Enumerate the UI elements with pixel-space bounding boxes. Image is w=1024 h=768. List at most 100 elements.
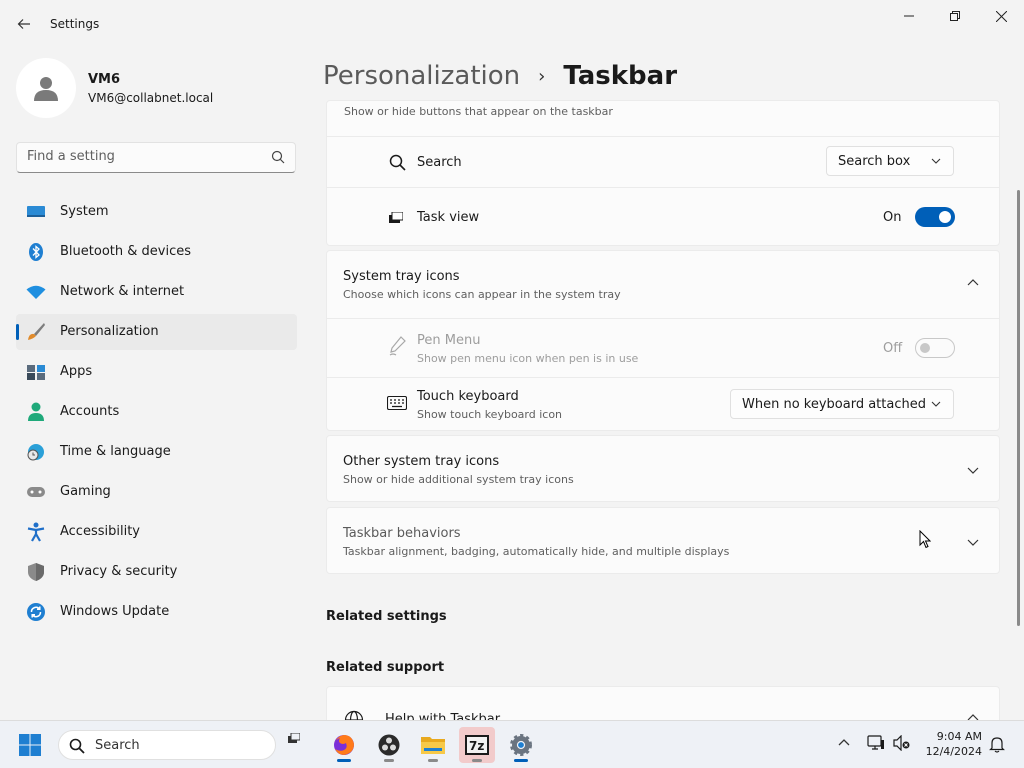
- svg-text:7z: 7z: [469, 739, 484, 753]
- back-button[interactable]: [10, 10, 38, 38]
- 7zip-app[interactable]: 7z: [459, 727, 495, 763]
- os-taskbar: Search 7z 9:04 AM 12/4/2024: [0, 720, 1024, 768]
- file-explorer-app[interactable]: [415, 727, 451, 763]
- sidebar-item-gaming[interactable]: Gaming: [16, 474, 297, 510]
- chevron-down-icon: [931, 158, 941, 164]
- person-silhouette-icon: [34, 77, 58, 101]
- sidebar-item-bluetooth[interactable]: Bluetooth & devices: [16, 234, 297, 270]
- title-bar: Settings: [0, 0, 1024, 48]
- sidebar-nav: System Bluetooth & devices Network & int…: [16, 194, 297, 634]
- task-view-icon: [389, 212, 403, 223]
- accessibility-icon: [26, 522, 46, 542]
- pen-menu-state: Off: [883, 341, 903, 356]
- chevron-down-icon[interactable]: [967, 464, 983, 480]
- search-input[interactable]: [27, 149, 257, 164]
- avatar: [16, 58, 76, 118]
- pen-icon: [389, 336, 406, 356]
- task-view-toggle[interactable]: [915, 207, 955, 227]
- brush-icon: [26, 323, 46, 341]
- user-profile[interactable]: VM6 VM6@collabnet.local: [16, 58, 296, 118]
- divider: [327, 377, 999, 378]
- update-icon: [26, 603, 46, 621]
- sidebar-item-accounts[interactable]: Accounts: [16, 394, 297, 430]
- maximize-button[interactable]: [932, 0, 978, 32]
- wifi-icon: [26, 283, 46, 301]
- user-email: VM6@collabnet.local: [88, 91, 214, 105]
- speaker-muted-icon[interactable]: [893, 735, 911, 751]
- system-tray-title: System tray icons: [343, 269, 460, 284]
- system-icon: [26, 203, 46, 221]
- taskbar-items-card: Show or hide buttons that appear on the …: [326, 100, 1000, 246]
- chevron-down-icon[interactable]: [967, 536, 983, 552]
- clock-globe-icon: [26, 443, 46, 461]
- touch-keyboard-label: Touch keyboard: [417, 389, 519, 404]
- running-indicator: [514, 759, 528, 762]
- taskbar-search[interactable]: Search: [58, 730, 276, 760]
- bluetooth-icon: [26, 243, 46, 261]
- sidebar-item-network[interactable]: Network & internet: [16, 274, 297, 310]
- sidebar-item-apps[interactable]: Apps: [16, 354, 297, 390]
- system-tray-subtitle: Choose which icons can appear in the sys…: [343, 288, 621, 301]
- taskbar-clock[interactable]: 9:04 AM 12/4/2024: [922, 729, 982, 759]
- obs-icon: [378, 734, 400, 756]
- sidebar-item-personalization[interactable]: Personalization: [16, 314, 297, 350]
- globe-icon: [344, 710, 364, 720]
- close-icon: [995, 10, 1007, 22]
- taskbar-behaviors-card[interactable]: Taskbar behaviors Taskbar alignment, bad…: [326, 507, 1000, 574]
- divider: [327, 136, 999, 137]
- arrow-left-icon: [17, 19, 30, 29]
- breadcrumb-parent[interactable]: Personalization: [323, 61, 520, 91]
- running-indicator: [384, 759, 394, 762]
- running-indicator: [428, 759, 438, 762]
- obs-app[interactable]: [371, 727, 407, 763]
- minimize-icon: [904, 15, 914, 17]
- related-settings-heading: Related settings: [326, 609, 447, 624]
- bell-icon[interactable]: [989, 736, 1005, 753]
- breadcrumb-separator: ›: [538, 65, 546, 87]
- pen-menu-label: Pen Menu: [417, 333, 481, 348]
- firefox-app[interactable]: [326, 727, 362, 763]
- touch-keyboard-dropdown[interactable]: When no keyboard attached: [730, 389, 954, 419]
- settings-app[interactable]: [503, 727, 539, 763]
- sidebar-item-windows-update[interactable]: Windows Update: [16, 594, 297, 630]
- pen-menu-toggle[interactable]: [915, 338, 955, 358]
- task-view-state: On: [883, 210, 902, 225]
- divider: [327, 187, 999, 188]
- other-tray-subtitle: Show or hide additional system tray icon…: [343, 473, 574, 486]
- related-support-heading: Related support: [326, 660, 445, 675]
- network-icon[interactable]: [867, 735, 885, 751]
- taskbar-search-label: Search: [95, 738, 140, 753]
- settings-search[interactable]: [16, 142, 296, 173]
- chevron-up-icon[interactable]: [838, 736, 850, 748]
- running-indicator: [472, 759, 482, 762]
- other-tray-card[interactable]: Other system tray icons Show or hide add…: [326, 435, 1000, 502]
- windows-start-icon[interactable]: [18, 733, 42, 757]
- chevron-down-icon: [931, 401, 941, 407]
- help-title: Help with Taskbar: [385, 712, 501, 720]
- system-tray-card: System tray icons Choose which icons can…: [326, 250, 1000, 431]
- folder-icon: [421, 737, 445, 754]
- sidebar-item-time-language[interactable]: Time & language: [16, 434, 297, 470]
- taskbar-items-subtitle: Show or hide buttons that appear on the …: [344, 105, 613, 118]
- task-view-icon[interactable]: [288, 733, 300, 743]
- search-mode-dropdown[interactable]: Search box: [826, 146, 954, 176]
- help-card[interactable]: Help with Taskbar: [326, 686, 1000, 720]
- behaviors-title: Taskbar behaviors: [343, 526, 461, 541]
- content-scrollbar[interactable]: [1017, 190, 1020, 626]
- sidebar-item-accessibility[interactable]: Accessibility: [16, 514, 297, 550]
- search-mode-value: Search box: [838, 153, 911, 169]
- firefox-icon: [334, 735, 354, 755]
- keyboard-icon: [387, 396, 407, 410]
- gamepad-icon: [26, 483, 46, 501]
- chevron-up-icon[interactable]: [967, 712, 983, 720]
- sidebar-item-system[interactable]: System: [16, 194, 297, 230]
- clock-time: 9:04 AM: [936, 730, 982, 743]
- clock-date: 12/4/2024: [925, 745, 982, 758]
- person-icon: [26, 402, 46, 421]
- running-indicator: [337, 759, 351, 762]
- chevron-up-icon[interactable]: [967, 277, 983, 293]
- shield-icon: [26, 563, 46, 581]
- close-button[interactable]: [978, 0, 1024, 32]
- sidebar-item-privacy[interactable]: Privacy & security: [16, 554, 297, 590]
- minimize-button[interactable]: [886, 0, 932, 32]
